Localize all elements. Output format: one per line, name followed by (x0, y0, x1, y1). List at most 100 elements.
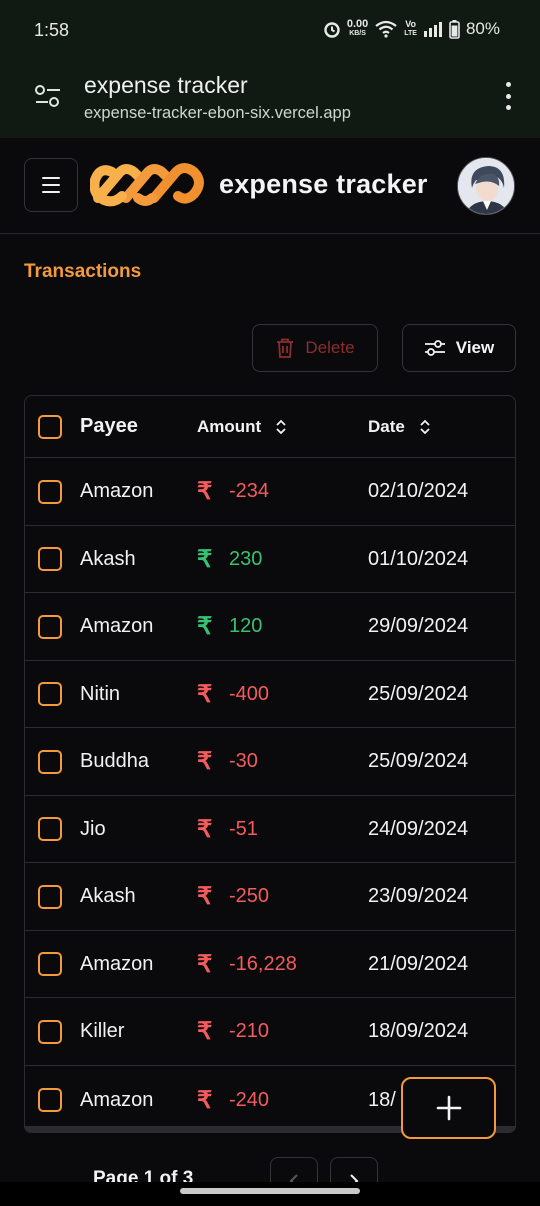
infinity-logo (90, 163, 204, 207)
column-amount-label: Amount (197, 416, 262, 436)
table-row[interactable]: Buddha ₹ -30 25/09/2024 (25, 728, 515, 796)
add-transaction-button[interactable] (401, 1077, 496, 1139)
row-checkbox[interactable] (38, 998, 62, 1065)
home-indicator[interactable] (180, 1188, 360, 1194)
net-speed: 0.00 KB/S (346, 18, 369, 38)
more-vertical-icon[interactable] (500, 82, 516, 110)
delete-button[interactable]: Delete (252, 324, 378, 372)
column-date-label: Date (368, 416, 405, 436)
trash-icon (277, 338, 294, 358)
page-title: Transactions (24, 261, 142, 282)
row-checkbox[interactable] (38, 661, 62, 727)
rupee-icon: ₹ (197, 680, 213, 708)
sort-icon[interactable] (275, 418, 287, 436)
payee-cell: Akash (80, 547, 136, 570)
rupee-icon: ₹ (197, 478, 213, 505)
date-cell: 25/09/2024 (368, 682, 469, 705)
table-header: Payee Amount Date (25, 396, 515, 458)
sliders-icon[interactable] (34, 84, 62, 108)
amount-value: 120 (229, 615, 263, 637)
date-cell: 01/10/2024 (368, 547, 469, 570)
signal-icon (423, 22, 442, 37)
table-row[interactable]: Amazon ₹ -234 02/10/2024 (25, 458, 515, 526)
date-cell: 23/09/2024 (368, 885, 469, 907)
table-row[interactable]: Akash ₹ -250 23/09/2024 (25, 863, 515, 931)
amount-value: 230 (229, 547, 263, 570)
view-button[interactable]: View (402, 324, 516, 372)
alarm-icon (324, 22, 340, 38)
sort-icon[interactable] (419, 418, 431, 436)
system-nav-bar (0, 1182, 540, 1206)
amount-value: -16,228 (229, 952, 297, 975)
table-row[interactable]: Killer ₹ -210 18/09/2024 (25, 998, 515, 1066)
row-checkbox[interactable] (38, 931, 62, 997)
volte-badge: Vo LTE (404, 20, 417, 38)
amount-cell: ₹ -210 (197, 998, 269, 1065)
user-avatar-icon (458, 158, 514, 214)
hamburger-menu-button[interactable] (24, 158, 78, 212)
row-checkbox[interactable] (38, 863, 62, 930)
net-speed-value: 0.00 (346, 18, 369, 30)
amount-cell: ₹ -16,228 (197, 931, 297, 997)
transactions-table: Payee Amount Date Amazon ₹ -234 02/10/2024 A… (24, 395, 516, 1133)
battery-icon (449, 19, 460, 39)
date-cell: 18/09/2024 (368, 1020, 469, 1042)
row-checkbox[interactable] (38, 728, 62, 795)
table-row[interactable]: Nitin ₹ -400 25/09/2024 (25, 661, 515, 728)
payee-cell: Amazon (80, 615, 154, 637)
amount-cell: ₹ -240 (197, 1066, 270, 1132)
payee-cell: Amazon (80, 952, 154, 975)
wifi-icon (375, 20, 397, 38)
date-cell: 24/09/2024 (368, 817, 469, 840)
column-amount[interactable]: Amount (197, 396, 287, 457)
select-all-checkbox[interactable] (38, 396, 62, 457)
table-row[interactable]: Jio ₹ -51 24/09/2024 (25, 796, 515, 863)
rupee-icon: ₹ (197, 1086, 213, 1114)
app-header: expense tracker (0, 138, 540, 234)
brand-name: expense tracker (219, 169, 428, 199)
payee-cell: Nitin (80, 682, 121, 705)
amount-value: -250 (229, 885, 270, 907)
table-row[interactable]: Amazon ₹120 29/09/2024 (25, 593, 515, 661)
table-row[interactable]: Akash ₹230 01/10/2024 (25, 526, 515, 593)
payee-cell: Jio (80, 817, 106, 840)
rupee-icon: ₹ (197, 613, 213, 640)
browser-url[interactable]: expense-tracker-ebon-six.vercel.app (84, 104, 351, 123)
amount-value: -51 (229, 817, 258, 840)
amount-cell: ₹ -400 (197, 661, 269, 727)
amount-value: -210 (229, 1020, 270, 1042)
payee-cell: Akash (80, 885, 136, 907)
date-cell: 02/10/2024 (368, 480, 469, 502)
row-checkbox[interactable] (38, 593, 62, 660)
volte-bottom: LTE (404, 30, 417, 37)
column-payee: Payee (80, 415, 138, 437)
status-time: 1:58 (34, 20, 70, 40)
status-icons: 0.00 KB/S Vo LTE 80% (323, 19, 500, 39)
browser-page-title[interactable]: expense tracker (84, 72, 248, 99)
column-date[interactable]: Date (368, 396, 431, 457)
date-cell: 21/09/2024 (368, 952, 469, 975)
battery-percent: 80% (465, 19, 500, 38)
view-label: View (455, 338, 495, 357)
hamburger-menu-icon (42, 177, 60, 179)
amount-value: -400 (229, 682, 270, 705)
date-cell: 29/09/2024 (368, 615, 469, 637)
avatar[interactable] (457, 157, 515, 215)
row-checkbox[interactable] (38, 458, 62, 525)
payee-cell: Buddha (80, 750, 149, 772)
status-bar: 1:58 0.00 KB/S Vo LTE 80% (0, 0, 540, 62)
volte-top: Vo (405, 19, 417, 29)
net-speed-unit: KB/S (349, 30, 366, 37)
rupee-icon: ₹ (197, 1018, 213, 1045)
row-checkbox[interactable] (38, 526, 62, 592)
table-row[interactable]: Amazon ₹ -16,228 21/09/2024 (25, 931, 515, 998)
amount-value: -30 (229, 750, 258, 772)
filter-icon (424, 340, 445, 356)
amount-value: -240 (229, 1088, 270, 1111)
payee-cell: Amazon (80, 1088, 154, 1111)
amount-cell: ₹ -234 (197, 458, 269, 525)
amount-cell: ₹230 (197, 526, 262, 592)
row-checkbox[interactable] (38, 796, 62, 862)
row-checkbox[interactable] (38, 1066, 62, 1132)
amount-cell: ₹ -51 (197, 796, 258, 862)
